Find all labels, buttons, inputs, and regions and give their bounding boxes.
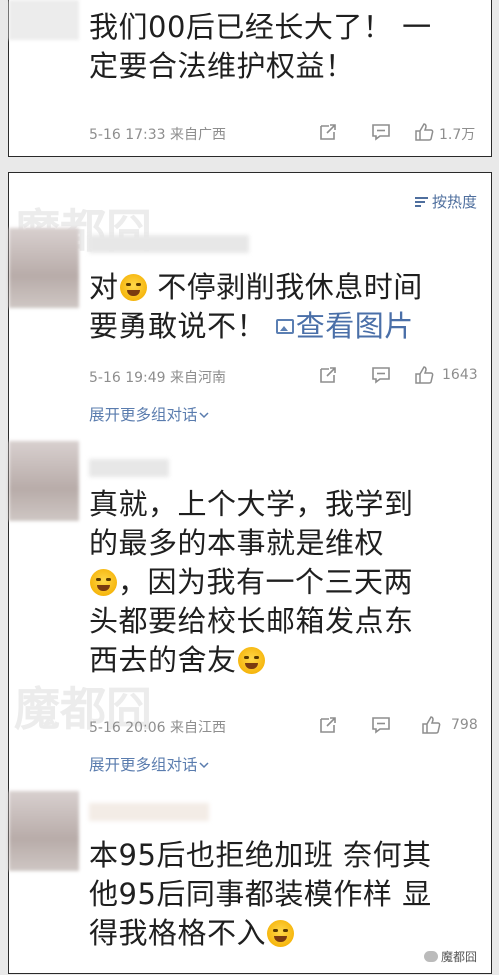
comment-line: 要勇敢说不！ 查看图片 [89,309,414,343]
comment-time-location: 5-16 17:33 来自广西 [89,127,227,143]
comment-line: 我们00后已经长大了！ 一 [89,10,432,44]
comment-icon[interactable] [371,365,391,385]
like-icon[interactable] [421,715,441,735]
avatar[interactable] [9,791,79,871]
chevron-down-icon [198,412,209,419]
share-icon[interactable] [318,122,338,142]
comment-meta: 5-16 17:33 来自广西 1.7万 [89,122,483,144]
avatar[interactable] [9,441,79,521]
wechat-watermark: 魔都囧 [423,948,477,965]
comment-list-card: 按热度 魔都囧 魔都囧 对 不停剥削我休息时间 要勇敢说不！ 查看图片 5-16… [8,172,492,974]
comment-text: 本95后也拒绝加班 奈何其 他95后同事都装模作样 显 得我格格不入 [89,836,484,953]
avatar[interactable] [9,0,79,40]
comment-text: 我们00后已经长大了！ 一 定要合法维护权益！ [89,8,484,86]
comment-time-location: 5-16 20:06 来自江西 [89,720,227,736]
like-count: 1.7万 [439,127,476,143]
comment-icon[interactable] [371,715,391,735]
comment-line: 西去的舍友 [89,641,484,680]
sort-icon [414,197,428,208]
emoji-icon [237,647,265,674]
comment-line: 对 不停剥削我休息时间 [89,270,423,304]
like-count: 798 [451,717,478,733]
sort-button[interactable]: 按热度 [414,191,477,212]
expand-conversation-link[interactable]: 展开更多组对话 [89,753,210,775]
emoji-icon [119,274,147,301]
comment-card-top: 我们00后已经长大了！ 一 定要合法维护权益！ 5-16 17:33 来自广西 … [8,0,492,157]
expand-conversation-link[interactable]: 展开更多组对话 [89,403,210,425]
share-icon[interactable] [318,365,338,385]
comment-text: 对 不停剥削我休息时间 要勇敢说不！ 查看图片 [89,268,484,346]
like-count: 1643 [442,367,478,383]
emoji-icon [90,569,117,596]
chevron-down-icon [198,762,209,769]
like-icon[interactable] [414,122,434,142]
comment-line: 定要合法维护权益！ [89,49,355,83]
avatar[interactable] [9,228,79,308]
share-icon[interactable] [318,715,338,735]
comment-meta: 5-16 20:06 来自江西 798 [89,715,483,737]
comment-line: 真就，上个大学，我学到 [89,487,414,521]
comment-text: 真就，上个大学，我学到 的最多的本事就是维权 ，因为我有一个三天两 头都要给校长… [89,485,484,680]
comment-icon[interactable] [371,122,391,142]
comment-line: 的最多的本事就是维权 [89,526,385,560]
comment-time-location: 5-16 19:49 来自河南 [89,370,227,386]
like-icon[interactable] [414,365,434,385]
username[interactable] [89,459,169,477]
image-icon [275,319,294,334]
view-image-link[interactable]: 查看图片 [275,309,414,343]
comment-line: 头都要给校长邮箱发点东 [89,604,414,638]
comment-line: 本95后也拒绝加班 奈何其 [89,838,432,872]
username[interactable] [89,235,249,253]
emoji-icon [267,920,295,947]
username[interactable] [89,803,209,821]
comment-line: ，因为我有一个三天两 [89,563,484,602]
comment-line: 他95后同事都装模作样 显 [89,877,432,911]
comment-meta: 5-16 19:49 来自河南 1643 [89,365,483,387]
